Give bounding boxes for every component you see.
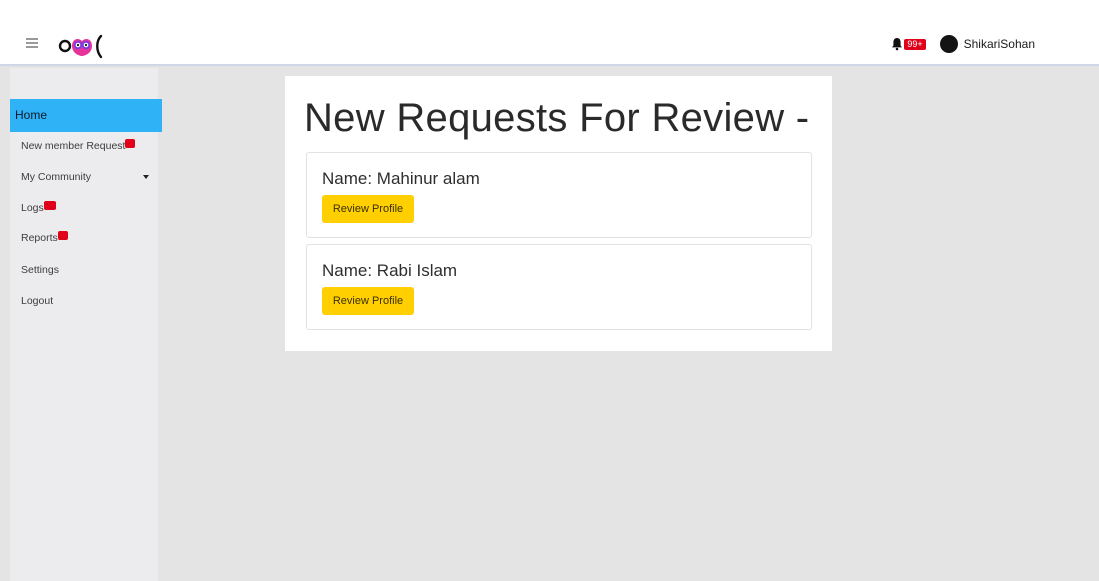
request-item: Name: Mahinur alam Review Profile: [306, 152, 812, 238]
sidebar-item-new-member-request[interactable]: New member Request: [21, 138, 136, 154]
page-title: New Requests For Review -: [304, 96, 810, 140]
sidebar-item-label: My Community: [21, 171, 92, 183]
review-profile-button[interactable]: Review Profile: [322, 287, 414, 315]
notifications[interactable]: 99+: [891, 37, 926, 51]
count-badge: [125, 139, 136, 148]
request-item: Name: Rabi Islam Review Profile: [306, 244, 812, 330]
user-area: 99+ ShikariSohan: [891, 33, 1035, 55]
review-requests-card: New Requests For Review - Name: Mahinur …: [285, 76, 832, 351]
sidebar-item-label: New member Request: [21, 140, 126, 152]
sidebar-item-label: Reports: [21, 232, 58, 244]
sidebar-item-home[interactable]: Home: [10, 99, 162, 132]
bell-icon[interactable]: [891, 37, 903, 51]
sidebar-item-reports[interactable]: Reports: [21, 230, 68, 246]
avatar[interactable]: [939, 35, 958, 53]
count-badge: [57, 231, 68, 240]
sidebar: Home New member Request My Community Log…: [10, 68, 162, 581]
sidebar-item-label: Logout: [21, 295, 54, 307]
sidebar-item-label: Home: [15, 108, 48, 122]
sidebar-item-label: Logs: [21, 202, 44, 214]
hamburger-icon[interactable]: [26, 38, 38, 48]
request-name: Name: Rabi Islam: [322, 261, 458, 280]
request-name: Name: Mahinur alam: [322, 169, 480, 188]
caret-down-icon: [143, 175, 149, 179]
owl-logo[interactable]: [58, 31, 118, 59]
sidebar-item-logout[interactable]: Logout: [21, 293, 53, 309]
app-window: 99+ ShikariSohan Home New member Request…: [0, 0, 1099, 581]
sidebar-item-my-community[interactable]: My Community: [21, 169, 151, 185]
count-badge: [43, 201, 56, 210]
sidebar-item-label: Settings: [21, 264, 59, 276]
notification-badge: 99+: [904, 38, 926, 50]
sidebar-item-logs[interactable]: Logs: [21, 200, 56, 216]
review-profile-button[interactable]: Review Profile: [322, 195, 414, 223]
top-bar: 99+ ShikariSohan: [0, 0, 1099, 66]
username[interactable]: ShikariSohan: [964, 37, 1035, 51]
sidebar-item-settings[interactable]: Settings: [21, 262, 59, 278]
